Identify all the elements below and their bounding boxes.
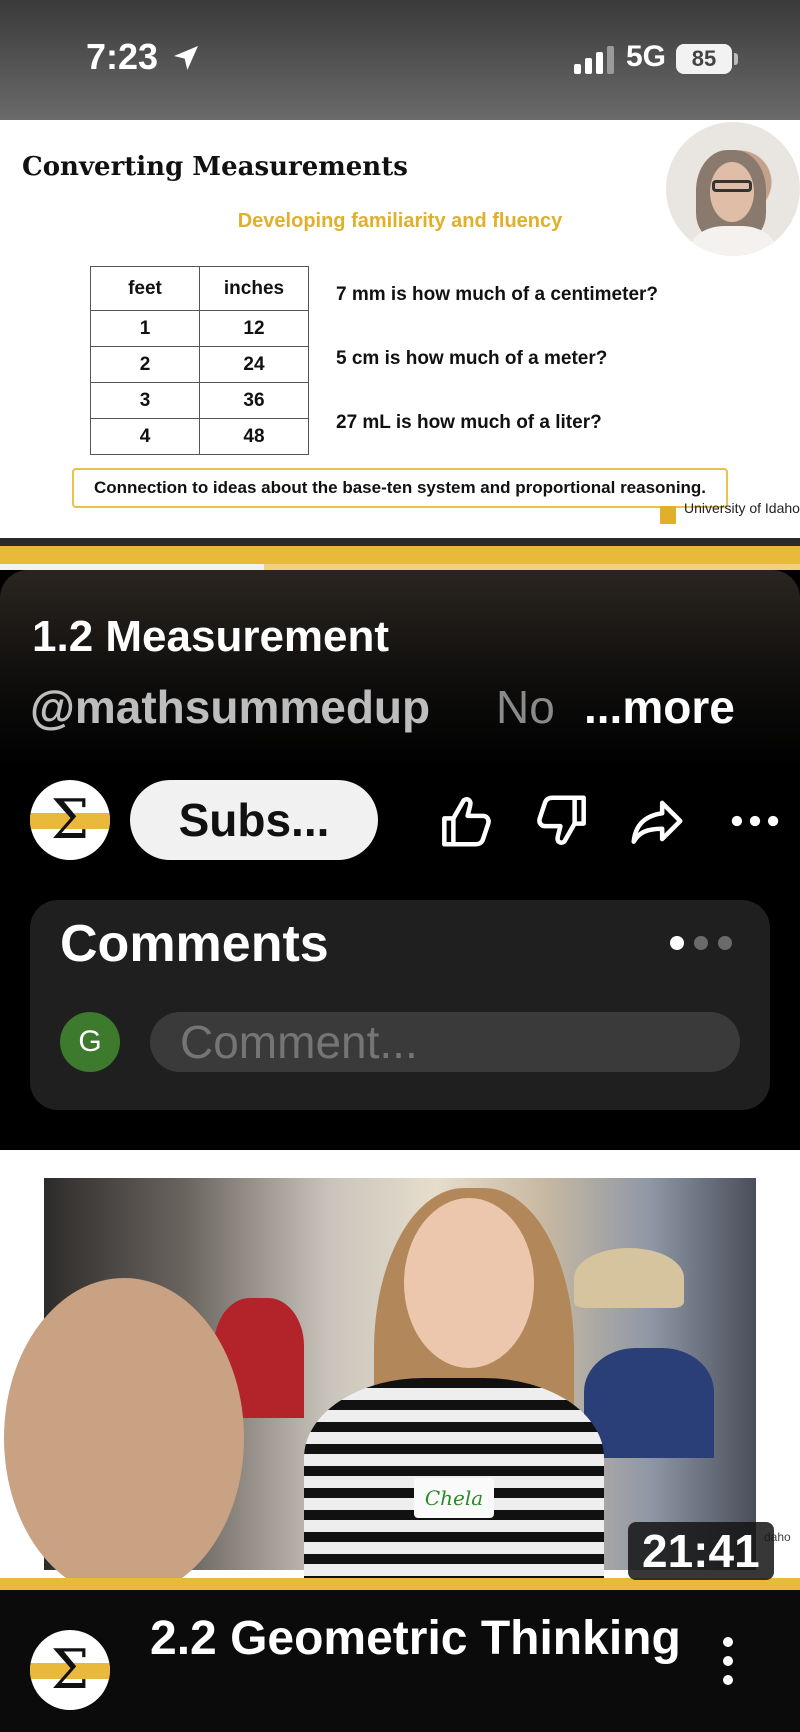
slide-question: 5 cm is how much of a meter? bbox=[336, 348, 608, 369]
comments-section[interactable]: Comments G bbox=[30, 900, 770, 1110]
slide-connection-note: Connection to ideas about the base-ten s… bbox=[72, 468, 728, 508]
battery-nub bbox=[734, 53, 738, 65]
channel-avatar[interactable]: Σ bbox=[30, 1630, 110, 1710]
dislike-icon[interactable] bbox=[532, 790, 594, 852]
table-cell: 3 bbox=[90, 382, 200, 419]
sigma-icon: Σ bbox=[50, 788, 90, 851]
slide-question: 7 mm is how much of a centimeter? bbox=[336, 284, 659, 305]
sigma-icon: Σ bbox=[50, 1638, 90, 1701]
video-title[interactable]: 1.2 Measurement bbox=[32, 612, 389, 662]
video-info-panel: 1.2 Measurement @mathsummedup No ...more… bbox=[0, 570, 800, 1130]
university-logo-text: University of Idaho bbox=[684, 500, 800, 516]
slide-question: 27 mL is how much of a liter? bbox=[336, 412, 602, 433]
thumbnail-photo: Chela bbox=[4, 1178, 756, 1590]
table-cell: 12 bbox=[199, 310, 309, 347]
kebab-menu-icon[interactable] bbox=[720, 1636, 736, 1686]
table-cell: 48 bbox=[199, 418, 309, 455]
subscribe-button[interactable]: Subs... bbox=[130, 780, 378, 860]
more-actions-icon[interactable] bbox=[724, 790, 786, 852]
location-arrow-icon bbox=[174, 46, 198, 70]
table-cell: 2 bbox=[90, 346, 200, 383]
channel-avatar[interactable]: Σ bbox=[30, 780, 110, 860]
table-cell: 36 bbox=[199, 382, 309, 419]
like-icon[interactable] bbox=[434, 790, 496, 852]
conversion-table: feet inches 1 12 2 24 3 36 4 48 bbox=[90, 266, 309, 455]
pager-dots bbox=[670, 936, 742, 955]
more-link[interactable]: ...more bbox=[584, 680, 735, 734]
description-preview[interactable]: No bbox=[496, 680, 555, 734]
name-tag: Chela bbox=[414, 1478, 494, 1518]
table-header: feet bbox=[90, 266, 200, 311]
video-player[interactable]: Converting Measurements Developing famil… bbox=[0, 120, 800, 570]
table-cell: 1 bbox=[90, 310, 200, 347]
share-icon[interactable] bbox=[626, 790, 688, 852]
status-bar: 7:23 5G 85 bbox=[0, 0, 800, 120]
table-row: 1 12 bbox=[90, 310, 309, 347]
next-video-thumbnail[interactable]: Chela daho 21:41 bbox=[0, 1150, 800, 1590]
next-video-row[interactable]: Σ 2.2 Geometric Thinking bbox=[0, 1590, 800, 1732]
next-video-title[interactable]: 2.2 Geometric Thinking bbox=[150, 1610, 710, 1668]
table-row: 2 24 bbox=[90, 346, 309, 383]
slide-title: Converting Measurements bbox=[22, 152, 408, 182]
table-row: 3 36 bbox=[90, 382, 309, 419]
cellular-signal-icon bbox=[574, 46, 614, 74]
user-avatar[interactable]: G bbox=[60, 1012, 120, 1072]
table-header: inches bbox=[199, 266, 309, 311]
network-type: 5G bbox=[626, 40, 667, 73]
comment-input[interactable] bbox=[150, 1012, 740, 1072]
presenter-webcam bbox=[666, 122, 800, 256]
table-cell: 24 bbox=[199, 346, 309, 383]
channel-handle[interactable]: @mathsummedup bbox=[30, 680, 430, 734]
table-cell: 4 bbox=[90, 418, 200, 455]
university-logo-icon bbox=[660, 506, 676, 524]
comments-title: Comments bbox=[60, 915, 329, 973]
status-time: 7:23 bbox=[86, 36, 159, 77]
battery-icon: 85 bbox=[676, 44, 732, 74]
table-row: 4 48 bbox=[90, 418, 309, 455]
video-duration: 21:41 bbox=[628, 1522, 774, 1580]
